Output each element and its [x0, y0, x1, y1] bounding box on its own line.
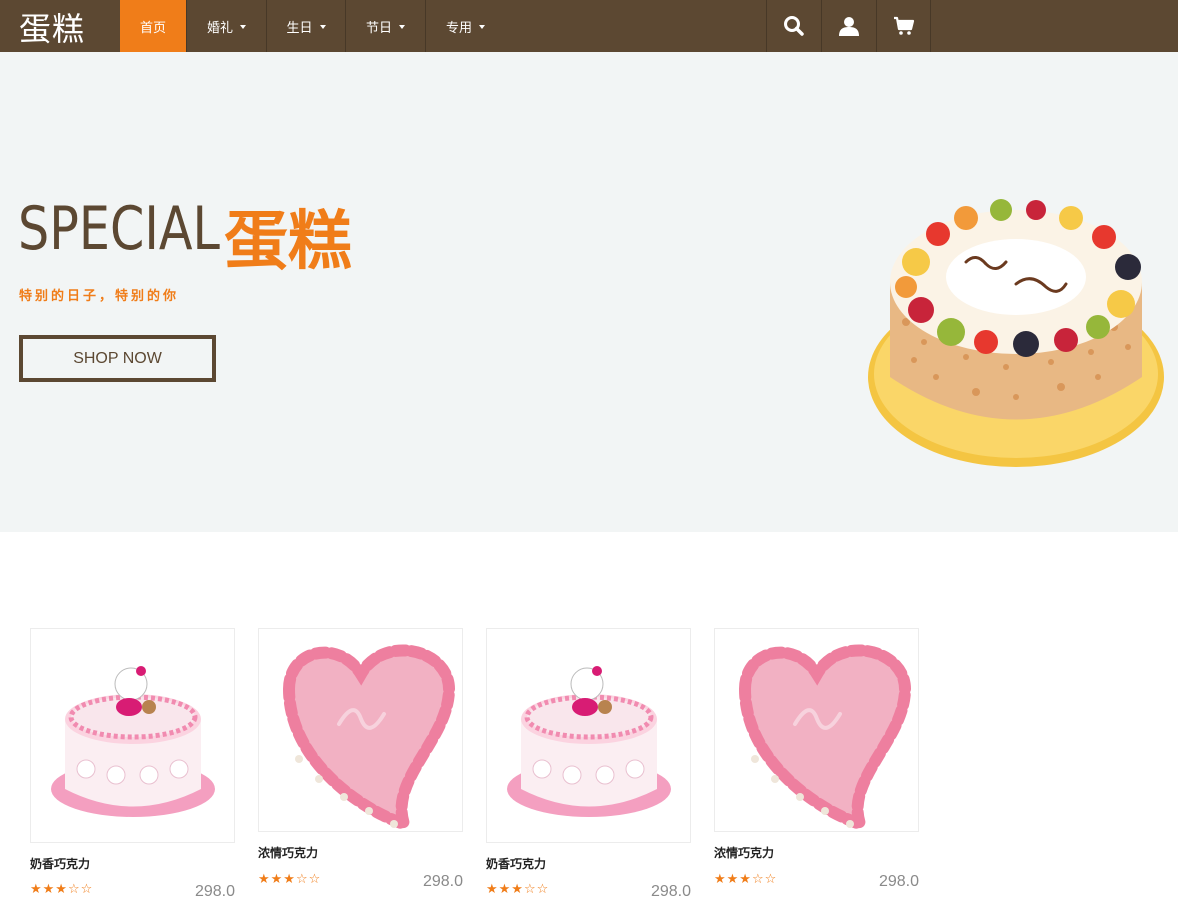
nav-item-label: 专用	[445, 19, 472, 35]
nav-item-label: 婚礼	[206, 19, 233, 35]
account-button[interactable]	[821, 0, 876, 52]
rating-stars: ★★★☆☆	[714, 871, 778, 886]
site-logo[interactable]: 蛋糕	[19, 4, 85, 50]
nav-item-special[interactable]: 专用	[425, 0, 505, 52]
birthday-cake-image	[868, 199, 1164, 467]
heart-love-cake-image	[738, 644, 912, 831]
product-card[interactable]: 奶香巧克力 ★★★☆☆ 298.0	[486, 628, 691, 906]
nav-item-label: 首页	[139, 19, 166, 35]
hello-kitty-cake-image	[507, 666, 671, 817]
caret-down-icon	[399, 25, 405, 29]
rating-stars: ★★★☆☆	[486, 881, 550, 896]
hero-banner: SPECIAL 蛋糕 特别的日子，特别的你 SHOP NOW	[0, 52, 1178, 532]
product-image[interactable]	[486, 628, 691, 843]
product-card[interactable]: 浓情巧克力 ★★★☆☆ 298.0	[258, 628, 463, 896]
nav-item-birthday[interactable]: 生日	[266, 0, 345, 52]
nav-item-holiday[interactable]: 节日	[345, 0, 425, 52]
cart-icon	[893, 16, 914, 35]
product-price: 298.0	[194, 883, 235, 900]
product-name[interactable]: 奶香巧克力	[486, 855, 546, 872]
hero-title-special: SPECIAL	[18, 194, 220, 264]
user-icon	[839, 17, 859, 36]
search-button[interactable]	[766, 0, 821, 52]
caret-down-icon	[240, 25, 246, 29]
hero-title: SPECIAL 蛋糕	[18, 194, 352, 279]
heart-love-cake-image	[282, 644, 456, 831]
product-price: 298.0	[650, 883, 691, 900]
cart-button[interactable]	[876, 0, 931, 52]
product-name[interactable]: 浓情巧克力	[258, 844, 318, 861]
shop-now-button[interactable]: SHOP NOW	[19, 335, 216, 382]
hello-kitty-cake-image	[51, 666, 215, 817]
nav-item-label: 节日	[365, 19, 392, 35]
hero-title-cake: 蛋糕	[224, 205, 352, 279]
rating-stars: ★★★☆☆	[30, 881, 94, 896]
caret-down-icon	[479, 25, 485, 29]
product-image[interactable]	[30, 628, 235, 843]
product-image[interactable]	[258, 628, 463, 832]
nav-item-wedding[interactable]: 婚礼	[186, 0, 266, 52]
product-image[interactable]	[714, 628, 919, 832]
hero-subtitle: 特别的日子，特别的你	[19, 288, 180, 303]
product-price: 298.0	[878, 873, 919, 890]
nav-item-home[interactable]: 首页	[120, 0, 186, 52]
product-card[interactable]: 浓情巧克力 ★★★☆☆ 298.0	[714, 628, 919, 896]
search-icon	[784, 16, 804, 36]
top-navbar: 蛋糕 首页 婚礼 生日 节日 专用	[0, 0, 1178, 52]
product-name[interactable]: 浓情巧克力	[714, 844, 774, 861]
product-name[interactable]: 奶香巧克力	[30, 855, 90, 872]
product-price: 298.0	[422, 873, 463, 890]
rating-stars: ★★★☆☆	[258, 871, 322, 886]
nav-item-label: 生日	[286, 19, 313, 35]
caret-down-icon	[319, 25, 326, 29]
product-card[interactable]: 奶香巧克力 ★★★☆☆ 298.0	[30, 628, 235, 906]
